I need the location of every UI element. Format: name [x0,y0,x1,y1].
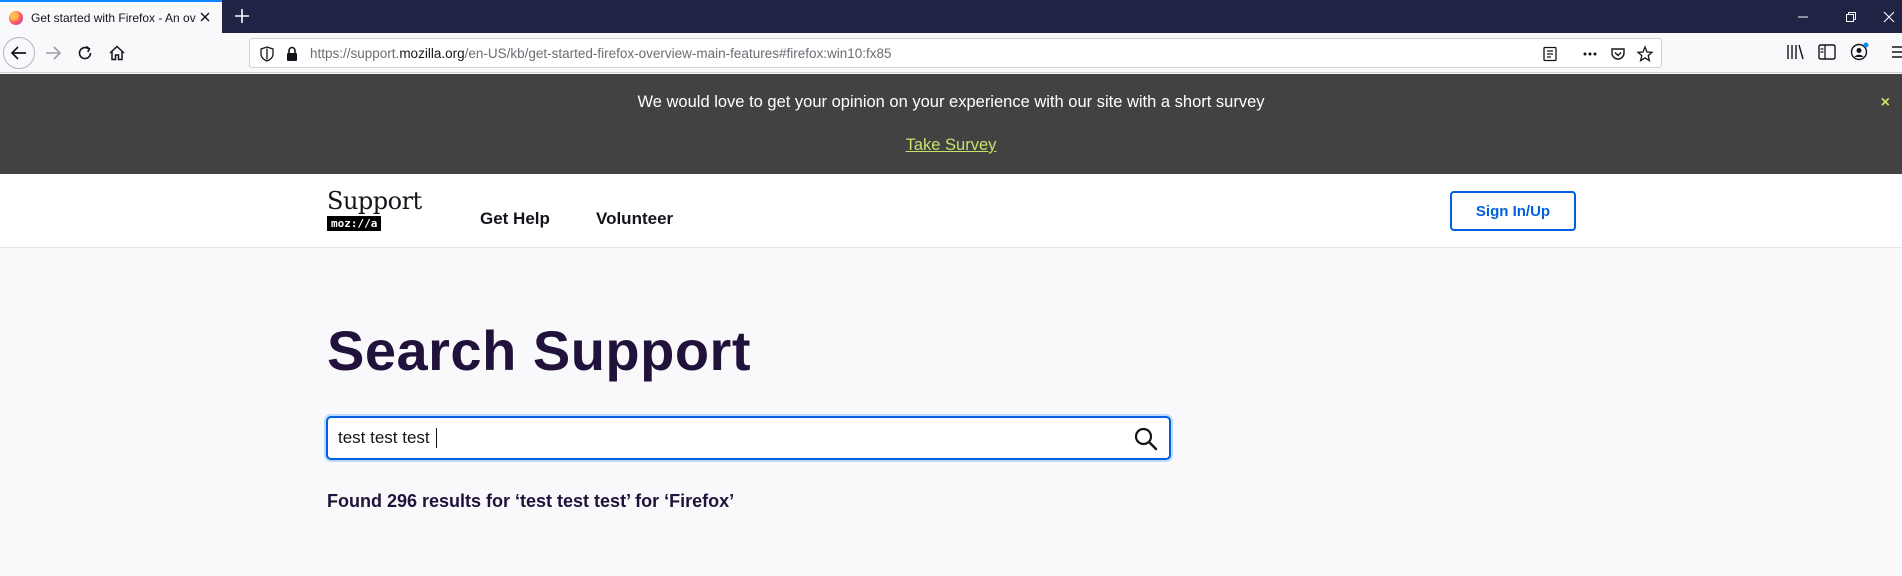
search-input[interactable] [338,418,1098,458]
close-tab-icon[interactable] [196,8,214,26]
forward-arrow-icon [46,46,62,60]
url-path: /en-US/kb/get-started-firefox-overview-m… [464,46,892,61]
address-bar[interactable]: https://support.mozilla.org/en-US/kb/get… [249,38,1662,68]
tab-title: Get started with Firefox - An ov [31,10,196,25]
browser-titlebar: Get started with Firefox - An ov [0,0,1902,33]
page-actions-more-icon[interactable] [1581,45,1599,63]
search-results-summary: Found 296 results for ‘test test test’ f… [327,491,735,511]
pocket-icon[interactable] [1609,45,1627,63]
menu-hamburger-icon[interactable] [1890,41,1902,63]
url-host: mozilla.org [399,46,465,61]
reload-button[interactable] [70,38,100,68]
search-box [326,416,1171,460]
forward-button[interactable] [38,38,68,68]
close-window-button[interactable] [1876,0,1902,33]
new-tab-icon[interactable] [230,4,254,28]
mozilla-support-logo[interactable]: Support moz://a [327,188,427,234]
tracking-protection-shield-icon[interactable] [258,45,276,63]
restore-icon [1846,11,1856,22]
logo-word: Support [327,187,422,215]
reader-view-icon[interactable] [1541,45,1559,63]
search-icon[interactable] [1133,426,1159,452]
close-window-icon [1883,11,1895,22]
reload-icon [78,45,92,60]
restore-button[interactable] [1828,0,1874,33]
take-survey-link[interactable]: Take Survey [0,136,1902,155]
minimize-button[interactable] [1780,0,1826,33]
survey-message: We would love to get your opinion on you… [637,93,1265,111]
firefox-favicon-icon [9,10,23,25]
site-header: Support moz://a Get Help Volunteer Sign … [0,174,1902,248]
url-text: https://support.mozilla.org/en-US/kb/get… [310,46,892,61]
padlock-icon[interactable] [283,45,301,63]
page-title: Search Support [327,319,751,382]
survey-banner: We would love to get your opinion on you… [0,74,1902,174]
home-icon [109,45,125,61]
sidebar-icon[interactable] [1816,41,1838,63]
library-icon[interactable] [1784,41,1806,63]
back-arrow-icon [10,46,26,60]
logo-mozilla: moz://a [327,216,382,231]
bookmark-star-icon[interactable] [1636,45,1654,63]
nav-volunteer[interactable]: Volunteer [596,209,673,229]
nav-get-help[interactable]: Get Help [480,209,550,229]
sign-in-button[interactable]: Sign In/Up [1450,191,1576,231]
close-survey-icon[interactable]: × [1881,94,1890,112]
home-button[interactable] [102,38,132,68]
url-prefix: https://support. [310,46,400,61]
text-caret [436,428,437,448]
browser-tab-active[interactable]: Get started with Firefox - An ov [0,0,222,33]
minimize-icon [1798,16,1808,17]
browser-toolbar: https://support.mozilla.org/en-US/kb/get… [0,33,1902,73]
back-button[interactable] [3,37,35,69]
account-icon[interactable] [1848,41,1870,63]
